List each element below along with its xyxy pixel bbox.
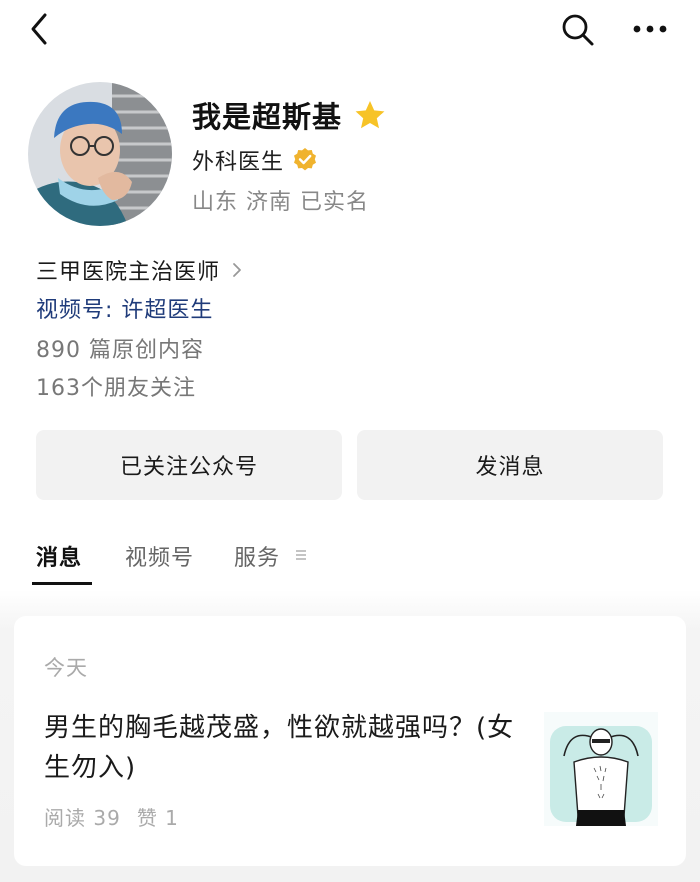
active-tab-indicator xyxy=(32,582,92,585)
feed-date: 今天 xyxy=(44,656,88,680)
hospital-link[interactable]: 三甲医院主治医师 xyxy=(36,254,244,286)
star-icon xyxy=(355,101,385,129)
send-message-button[interactable]: 发消息 xyxy=(357,430,663,500)
video-channel-link[interactable]: 视频号: 许超医生 xyxy=(36,292,213,324)
article-title[interactable]: 男生的胸毛越茂盛，性欲就越强吗？(女生勿入) xyxy=(44,708,524,788)
profile-location: 山东 济南 已实名 xyxy=(192,190,369,215)
role-row: 外科医生 xyxy=(192,142,318,178)
article-stats: 阅读 39 赞 1 xyxy=(44,802,179,831)
menu-lines-icon[interactable] xyxy=(294,548,308,562)
name-row: 我是超斯基 xyxy=(192,92,386,138)
search-icon[interactable] xyxy=(560,12,596,48)
read-count: 阅读 39 xyxy=(44,806,121,830)
tab-messages[interactable]: 消息 xyxy=(36,540,82,572)
more-icon[interactable] xyxy=(630,16,670,42)
article-thumbnail[interactable] xyxy=(544,712,658,826)
avatar-image xyxy=(28,82,172,226)
avatar[interactable] xyxy=(28,82,172,226)
profile-name: 我是超斯基 xyxy=(192,100,343,134)
hospital-label: 三甲医院主治医师 xyxy=(36,260,221,285)
article-card[interactable]: 今天 男生的胸毛越茂盛，性欲就越强吗？(女生勿入) 阅读 39 赞 1 xyxy=(14,616,686,866)
followed-button[interactable]: 已关注公众号 xyxy=(36,430,342,500)
back-icon[interactable] xyxy=(26,10,54,48)
article-count: 890 篇原创内容 xyxy=(36,338,204,363)
tab-services[interactable]: 服务 xyxy=(234,540,280,572)
top-bar xyxy=(0,0,700,60)
like-count: 赞 1 xyxy=(136,806,179,830)
profile-role: 外科医生 xyxy=(192,150,285,175)
profile-page: 我是超斯基 外科医生 山东 济南 已实名 三甲医院主治医师 视频号: 许超医生 … xyxy=(0,0,700,882)
tab-video-channel[interactable]: 视频号 xyxy=(125,540,194,572)
verified-badge-icon xyxy=(294,148,317,171)
chevron-right-icon xyxy=(233,263,241,277)
thumbnail-illustration xyxy=(544,712,658,826)
friends-following: 163个朋友关注 xyxy=(36,376,196,401)
